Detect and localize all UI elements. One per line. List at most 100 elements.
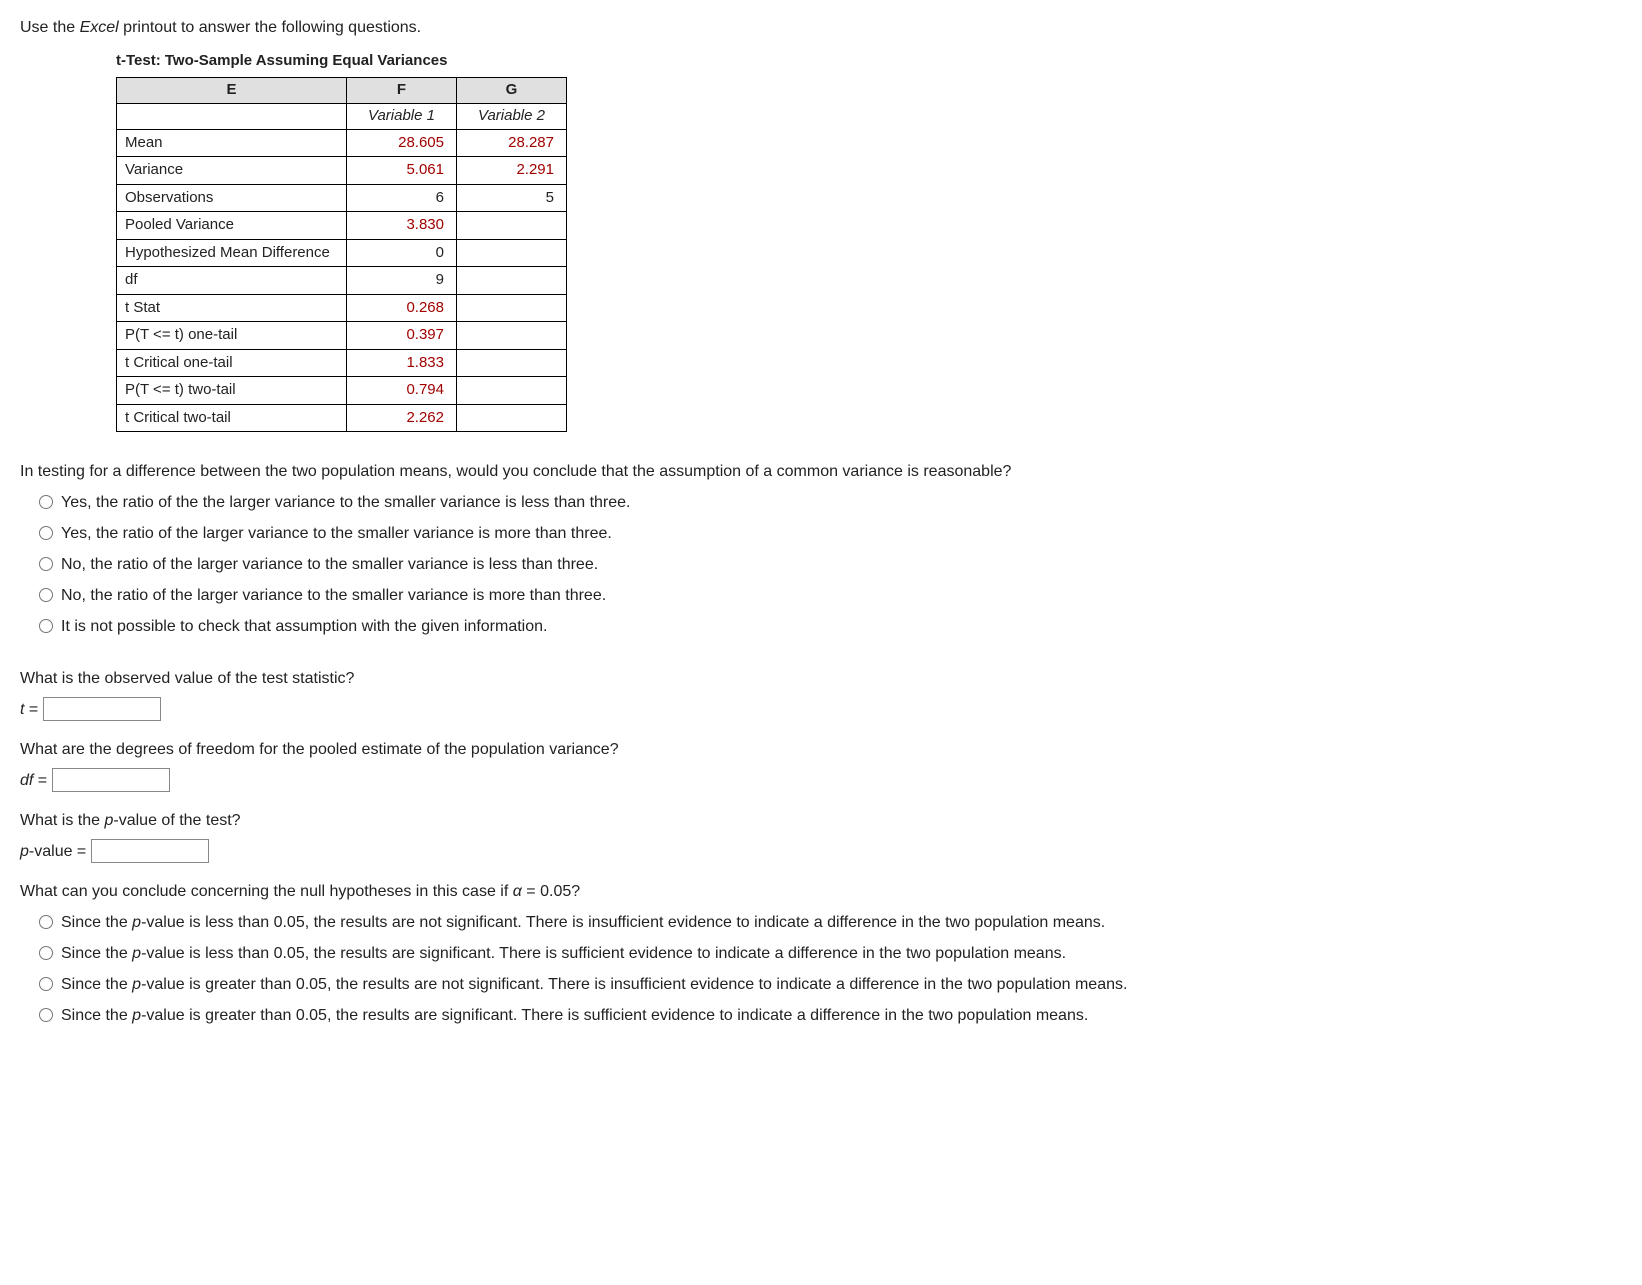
table-row-label: t Stat: [117, 294, 347, 322]
q4-text: What is the p-value of the test?: [20, 809, 1622, 833]
option-label: No, the ratio of the larger variance to …: [61, 553, 598, 577]
table-header-row: E F G: [117, 77, 567, 103]
option-rest: -value is less than 0.05, the results ar…: [141, 914, 1105, 931]
q1-option: No, the ratio of the larger variance to …: [34, 553, 1622, 577]
q3-input-line: df =: [20, 768, 1622, 793]
table-row-f: 0.794: [347, 377, 457, 405]
table-row-g: [457, 349, 567, 377]
intro-prefix: Use the: [20, 19, 80, 36]
q5-text: What can you conclude concerning the nul…: [20, 880, 1622, 904]
option-label: Since the p-value is less than 0.05, the…: [61, 911, 1105, 935]
q2-input[interactable]: [43, 697, 161, 721]
col-header-f: F: [347, 77, 457, 103]
table-row-label: t Critical one-tail: [117, 349, 347, 377]
table-row-f: 3.830: [347, 212, 457, 240]
radio-input[interactable]: [39, 588, 53, 602]
q3-eq: =: [33, 772, 51, 789]
intro-text: Use the Excel printout to answer the fol…: [20, 16, 1622, 40]
q3-text: What are the degrees of freedom for the …: [20, 738, 1622, 762]
q5-options: Since the p-value is less than 0.05, the…: [34, 911, 1622, 1028]
table-row-g: 28.287: [457, 129, 567, 157]
table-row-g: [457, 377, 567, 405]
table-row-f: 9: [347, 267, 457, 295]
intro-suffix: printout to answer the following questio…: [119, 19, 421, 36]
table-row: t Stat0.268: [117, 294, 567, 322]
table-row-g: [457, 239, 567, 267]
radio-input[interactable]: [39, 526, 53, 540]
option-italic: p: [132, 945, 141, 962]
q1-options: Yes, the ratio of the the larger varianc…: [34, 491, 1622, 639]
table-row-f: 2.262: [347, 404, 457, 432]
q5-suffix: = 0.05?: [522, 883, 580, 900]
table-row-label: Variance: [117, 157, 347, 185]
q3-var: df: [20, 772, 33, 789]
table-row-g: 5: [457, 184, 567, 212]
table-row: Variance5.0612.291: [117, 157, 567, 185]
table-row-label: P(T <= t) two-tail: [117, 377, 347, 405]
table-row-f: 1.833: [347, 349, 457, 377]
table-row-label: Observations: [117, 184, 347, 212]
table-row-f: 5.061: [347, 157, 457, 185]
q4-var: p: [20, 843, 29, 860]
option-label: Yes, the ratio of the larger variance to…: [61, 522, 612, 546]
option-label: Since the p-value is greater than 0.05, …: [61, 1004, 1088, 1028]
q4-input[interactable]: [91, 839, 209, 863]
table-row: Mean28.60528.287: [117, 129, 567, 157]
table-row: Hypothesized Mean Difference0: [117, 239, 567, 267]
q1-option: It is not possible to check that assumpt…: [34, 615, 1622, 639]
q4-var-suffix: -value =: [29, 843, 91, 860]
table-row-f: 0.397: [347, 322, 457, 350]
table-row-f: 0.268: [347, 294, 457, 322]
q4-input-line: p-value =: [20, 839, 1622, 864]
q1-option: Yes, the ratio of the larger variance to…: [34, 522, 1622, 546]
radio-input[interactable]: [39, 977, 53, 991]
table-row-g: [457, 294, 567, 322]
radio-input[interactable]: [39, 557, 53, 571]
table-title: t-Test: Two-Sample Assuming Equal Varian…: [116, 50, 1622, 73]
option-label: Yes, the ratio of the the larger varianc…: [61, 491, 631, 515]
option-italic: p: [132, 914, 141, 931]
table-row: P(T <= t) one-tail0.397: [117, 322, 567, 350]
table-var-row: Variable 1 Variable 2: [117, 103, 567, 129]
q5-option: Since the p-value is greater than 0.05, …: [34, 1004, 1622, 1028]
q5-prefix: What can you conclude concerning the nul…: [20, 883, 513, 900]
option-rest: -value is greater than 0.05, the results…: [141, 976, 1127, 993]
q5-option: Since the p-value is less than 0.05, the…: [34, 942, 1622, 966]
option-prefix: Since the: [61, 945, 132, 962]
q3-input[interactable]: [52, 768, 170, 792]
radio-input[interactable]: [39, 915, 53, 929]
radio-input[interactable]: [39, 946, 53, 960]
table-row-g: [457, 322, 567, 350]
q2-text: What is the observed value of the test s…: [20, 667, 1622, 691]
table-var-f: Variable 1: [347, 103, 457, 129]
radio-input[interactable]: [39, 1008, 53, 1022]
option-prefix: Since the: [61, 1007, 132, 1024]
option-italic: p: [132, 1007, 141, 1024]
radio-input[interactable]: [39, 495, 53, 509]
option-label: It is not possible to check that assumpt…: [61, 615, 547, 639]
q1-option: Yes, the ratio of the the larger varianc…: [34, 491, 1622, 515]
option-rest: -value is less than 0.05, the results ar…: [141, 945, 1066, 962]
table-row: Pooled Variance3.830: [117, 212, 567, 240]
table-row-label: df: [117, 267, 347, 295]
table-row-f: 0: [347, 239, 457, 267]
table-row: P(T <= t) two-tail0.794: [117, 377, 567, 405]
table-row: t Critical one-tail1.833: [117, 349, 567, 377]
q1-text: In testing for a difference between the …: [20, 460, 1622, 484]
option-label: Since the p-value is greater than 0.05, …: [61, 973, 1127, 997]
radio-input[interactable]: [39, 619, 53, 633]
option-prefix: Since the: [61, 976, 132, 993]
table-row: t Critical two-tail2.262: [117, 404, 567, 432]
q2-input-line: t =: [20, 697, 1622, 722]
table-row-g: [457, 212, 567, 240]
table-row-label: Hypothesized Mean Difference: [117, 239, 347, 267]
table-row-f: 28.605: [347, 129, 457, 157]
table-row-f: 6: [347, 184, 457, 212]
q5-alpha: α: [513, 883, 522, 900]
table-row-label: Mean: [117, 129, 347, 157]
table-row: Observations65: [117, 184, 567, 212]
option-label: Since the p-value is less than 0.05, the…: [61, 942, 1066, 966]
excel-table: E F G Variable 1 Variable 2 Mean28.60528…: [116, 77, 567, 433]
q5-option: Since the p-value is greater than 0.05, …: [34, 973, 1622, 997]
table-var-g: Variable 2: [457, 103, 567, 129]
